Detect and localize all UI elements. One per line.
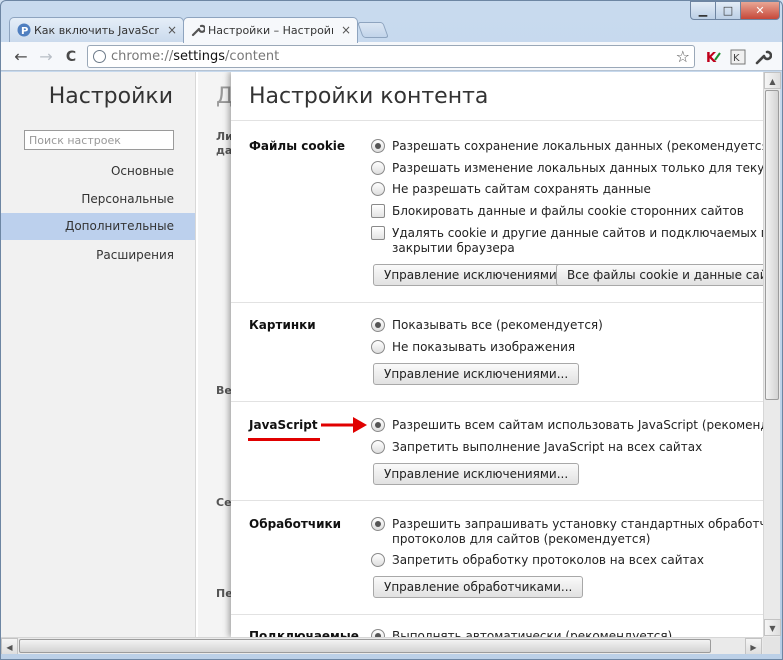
background-fragment: да xyxy=(216,144,233,157)
radio-unchecked[interactable] xyxy=(371,161,385,175)
radio-unchecked[interactable] xyxy=(371,440,385,454)
tab-title: Как включить JavaScript в xyxy=(34,24,159,37)
reload-button[interactable]: C xyxy=(61,47,81,67)
javascript-underline-annotation xyxy=(248,438,320,441)
radio-unchecked[interactable] xyxy=(371,553,385,567)
images-manage-exceptions-button[interactable]: Управление исключениями... xyxy=(373,363,580,385)
dialog-title: Настройки контента xyxy=(249,84,489,109)
checkbox-unchecked[interactable] xyxy=(371,226,385,240)
wrench-icon xyxy=(191,24,205,37)
horizontal-scrollbar[interactable]: ◀ ▶ xyxy=(1,637,763,655)
radio-checked[interactable] xyxy=(371,517,385,531)
divider xyxy=(231,302,763,303)
divider xyxy=(231,120,763,121)
manage-handlers-button[interactable]: Управление обработчиками... xyxy=(373,576,584,598)
settings-sidebar: Настройки Основные Персональные Дополнит… xyxy=(1,72,196,637)
cookies-manage-exceptions-button[interactable]: Управление исключениями... xyxy=(373,264,580,286)
sidebar-item-basics[interactable]: Основные xyxy=(1,164,174,178)
radio-unchecked[interactable] xyxy=(371,340,385,354)
scrollbar-corner xyxy=(763,637,780,654)
radio-checked[interactable] xyxy=(371,629,385,637)
forward-button[interactable]: → xyxy=(36,47,56,67)
back-button[interactable]: ← xyxy=(11,47,31,67)
tab-settings[interactable]: Настройки – Настройки ко × xyxy=(183,17,358,43)
radio-checked[interactable] xyxy=(371,418,385,432)
sidebar-item-advanced[interactable]: Дополнительные xyxy=(1,213,195,240)
divider xyxy=(231,614,763,615)
extension-icon[interactable]: K xyxy=(729,48,747,66)
radio-checked[interactable] xyxy=(371,139,385,153)
maximize-button[interactable]: □ xyxy=(715,1,741,20)
svg-text:P: P xyxy=(21,26,28,37)
background-fragment: Се xyxy=(216,496,232,509)
svg-text:K: K xyxy=(733,53,740,64)
settings-page: Настройки Основные Персональные Дополнит… xyxy=(1,72,763,637)
radio-checked[interactable] xyxy=(371,318,385,332)
bookmark-star-icon[interactable]: ☆ xyxy=(676,47,690,66)
scroll-down-arrow-icon[interactable]: ▼ xyxy=(764,619,781,636)
sidebar-title: Настройки xyxy=(48,84,173,109)
images-heading: Картинки xyxy=(249,318,316,332)
vertical-scrollbar[interactable]: ▲ ▼ xyxy=(763,72,781,637)
content-settings-dialog: Настройки контента Файлы cookie Разрешат… xyxy=(231,72,763,637)
divider xyxy=(231,401,763,402)
javascript-manage-exceptions-button[interactable]: Управление исключениями... xyxy=(373,463,580,485)
window-bottom-edge xyxy=(1,654,781,659)
scroll-left-arrow-icon[interactable]: ◀ xyxy=(1,638,18,655)
tab-close-icon[interactable]: × xyxy=(167,23,177,37)
kaspersky-icon[interactable]: K xyxy=(704,48,722,66)
checkbox-unchecked[interactable] xyxy=(371,204,385,218)
divider xyxy=(231,500,763,501)
scroll-up-arrow-icon[interactable]: ▲ xyxy=(764,72,781,89)
globe-icon xyxy=(93,50,106,63)
toolbar: ← → C chrome://settings/content ☆ K K xyxy=(1,42,782,71)
vertical-scroll-thumb[interactable] xyxy=(765,90,779,400)
sidebar-item-extensions[interactable]: Расширения xyxy=(1,248,174,262)
radio-unchecked[interactable] xyxy=(371,182,385,196)
sidebar-item-personal[interactable]: Персональные xyxy=(1,192,174,206)
tab-title: Настройки – Настройки ко xyxy=(208,24,333,37)
background-fragment: Ве xyxy=(216,384,232,397)
javascript-heading: JavaScript xyxy=(249,418,318,432)
all-cookies-button[interactable]: Все файлы cookie и данные сайтов... xyxy=(556,264,763,286)
plugins-heading: Подключаемые xyxy=(249,629,359,637)
horizontal-scroll-thumb[interactable] xyxy=(19,639,711,653)
new-tab-button[interactable] xyxy=(357,22,389,38)
wrench-icon[interactable] xyxy=(754,48,772,66)
url-text[interactable]: chrome://settings/content xyxy=(111,49,279,64)
settings-search-input[interactable] xyxy=(24,130,174,150)
tab-close-icon[interactable]: × xyxy=(341,23,351,37)
address-bar[interactable]: chrome://settings/content ☆ xyxy=(87,45,695,68)
tab-javascript-article[interactable]: P Как включить JavaScript в × xyxy=(9,17,184,43)
letter-p-icon: P xyxy=(17,23,31,37)
red-arrow-annotation xyxy=(321,417,367,433)
scroll-right-arrow-icon[interactable]: ▶ xyxy=(745,638,762,655)
minimize-button[interactable]: ▁ xyxy=(690,1,716,20)
cookies-heading: Файлы cookie xyxy=(249,139,346,153)
close-window-button[interactable]: ✕ xyxy=(740,1,780,20)
handlers-heading: Обработчики xyxy=(249,517,342,531)
